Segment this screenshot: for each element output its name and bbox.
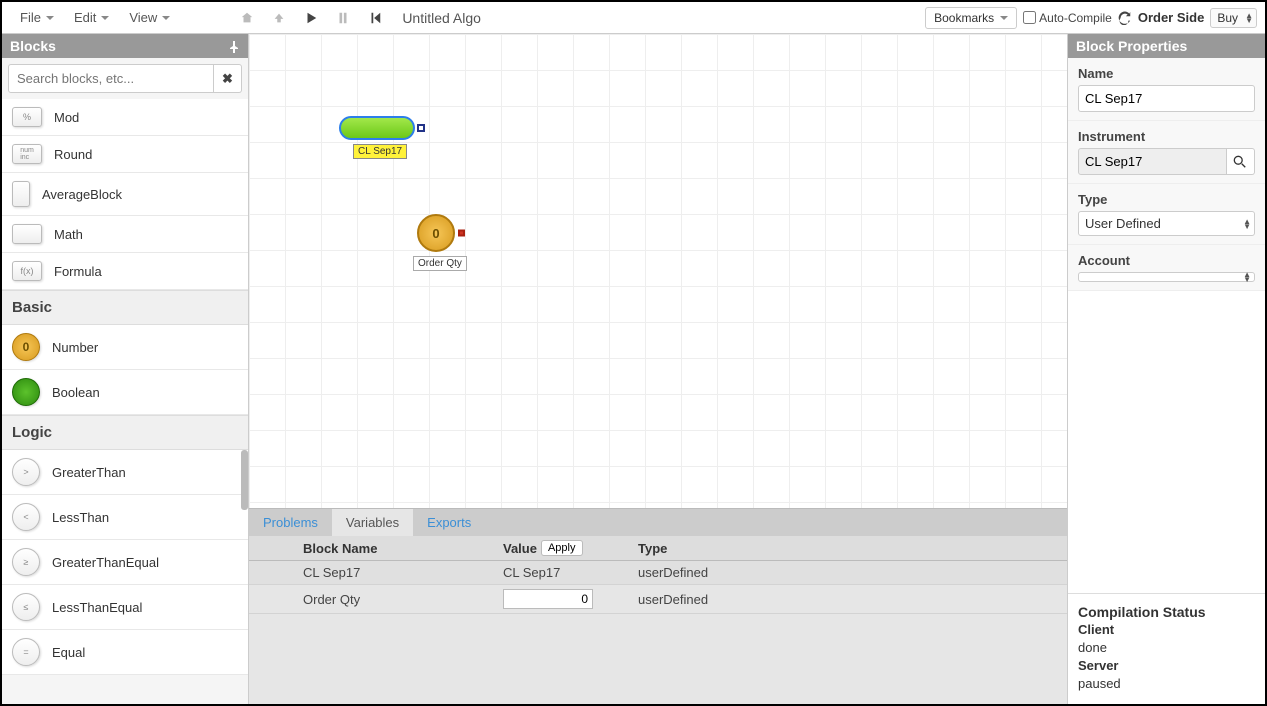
value-input[interactable] [503, 589, 593, 609]
tab-variables[interactable]: Variables [332, 509, 413, 536]
order-side-select[interactable]: Buy▲▼ [1210, 8, 1257, 28]
play-icon[interactable] [304, 11, 318, 25]
blocks-sidebar: Blocks ✖ %Mod numincRound AverageBlock M… [2, 34, 249, 704]
lt-icon: < [12, 503, 40, 531]
properties-header: Block Properties [1068, 34, 1265, 58]
table-row[interactable]: CL Sep17 CL Sep17 userDefined [249, 561, 1067, 585]
order-qty-label: Order Qty [413, 256, 467, 271]
instrument-input[interactable] [1078, 148, 1227, 175]
output-port[interactable] [458, 230, 465, 237]
instrument-node-label: CL Sep17 [353, 144, 407, 159]
gt-icon: > [12, 458, 40, 486]
variables-table: Block Name ValueApply Type CL Sep17 CL S… [249, 536, 1067, 704]
output-port[interactable] [417, 124, 425, 132]
type-select[interactable]: User Defined▲▼ [1078, 211, 1255, 236]
view-menu[interactable]: View [119, 6, 180, 29]
edit-menu[interactable]: Edit [64, 6, 119, 29]
type-label: Type [1078, 192, 1255, 207]
properties-sidebar: Block Properties Name Instrument Type Us… [1067, 34, 1265, 704]
toolbar-controls [240, 11, 382, 25]
math-icon [12, 224, 42, 244]
canvas[interactable]: CL Sep17 0 Order Qty [249, 34, 1067, 508]
order-side-label: Order Side [1138, 10, 1204, 25]
section-logic: Logic [2, 415, 248, 450]
clear-icon[interactable]: ✖ [214, 64, 242, 93]
instrument-node[interactable]: CL Sep17 [339, 116, 415, 159]
block-item[interactable]: numincRound [2, 136, 248, 173]
scrollbar-thumb[interactable] [241, 450, 248, 510]
number-icon: 0 [12, 333, 40, 361]
block-item[interactable]: Math [2, 216, 248, 253]
caret-down-icon [101, 16, 109, 20]
block-item[interactable]: 0Number [2, 325, 248, 370]
file-menu[interactable]: File [10, 6, 64, 29]
tab-exports[interactable]: Exports [413, 509, 485, 536]
instrument-label: Instrument [1078, 129, 1255, 144]
block-item[interactable]: %Mod [2, 99, 248, 136]
bottom-panel: Problems Variables Exports Block Name Va… [249, 508, 1067, 704]
pause-icon[interactable] [336, 11, 350, 25]
caret-down-icon [46, 16, 54, 20]
formula-icon: f(x) [12, 261, 42, 281]
skip-start-icon[interactable] [368, 11, 382, 25]
algo-title: Untitled Algo [402, 10, 481, 26]
average-icon [12, 181, 30, 207]
block-item[interactable]: >GreaterThan [2, 450, 248, 495]
blocks-list[interactable]: %Mod numincRound AverageBlock Math f(x)F… [2, 99, 248, 704]
order-qty-node[interactable]: 0 Order Qty [417, 214, 467, 271]
block-item[interactable]: <LessThan [2, 495, 248, 540]
eq-icon: = [12, 638, 40, 666]
auto-compile-checkbox[interactable]: Auto-Compile [1023, 11, 1112, 25]
table-row[interactable]: Order Qty userDefined [249, 585, 1067, 614]
block-item[interactable]: Boolean [2, 370, 248, 415]
bookmarks-button[interactable]: Bookmarks [925, 7, 1017, 29]
lte-icon: ≤ [12, 593, 40, 621]
round-icon: numinc [12, 144, 42, 164]
name-label: Name [1078, 66, 1255, 81]
pin-icon[interactable] [228, 40, 240, 52]
account-select[interactable]: ▲▼ [1078, 272, 1255, 282]
main-toolbar: File Edit View Untitled Algo Bookmarks A… [2, 2, 1265, 34]
instrument-search-button[interactable] [1227, 148, 1255, 175]
blocks-panel-header: Blocks [2, 34, 248, 58]
gte-icon: ≥ [12, 548, 40, 576]
tab-problems[interactable]: Problems [249, 509, 332, 536]
up-icon[interactable] [272, 11, 286, 25]
number-circle[interactable]: 0 [417, 214, 455, 252]
section-basic: Basic [2, 290, 248, 325]
name-input[interactable] [1078, 85, 1255, 112]
block-item[interactable]: ≥GreaterThanEqual [2, 540, 248, 585]
account-label: Account [1078, 253, 1255, 268]
boolean-icon [12, 378, 40, 406]
block-item[interactable]: =Equal [2, 630, 248, 675]
table-header: Block Name ValueApply Type [249, 536, 1067, 561]
block-item[interactable]: AverageBlock [2, 173, 248, 216]
home-icon[interactable] [240, 11, 254, 25]
bottom-tabs: Problems Variables Exports [249, 509, 1067, 536]
caret-down-icon [162, 16, 170, 20]
apply-button[interactable]: Apply [541, 540, 583, 556]
mod-icon: % [12, 107, 42, 127]
refresh-icon[interactable] [1118, 11, 1132, 25]
blocks-search-input[interactable] [8, 64, 214, 93]
block-item[interactable]: f(x)Formula [2, 253, 248, 290]
instrument-pill[interactable] [339, 116, 415, 140]
caret-down-icon [1000, 16, 1008, 20]
block-item[interactable]: ≤LessThanEqual [2, 585, 248, 630]
compilation-status: Compilation Status Client done Server pa… [1068, 593, 1265, 704]
